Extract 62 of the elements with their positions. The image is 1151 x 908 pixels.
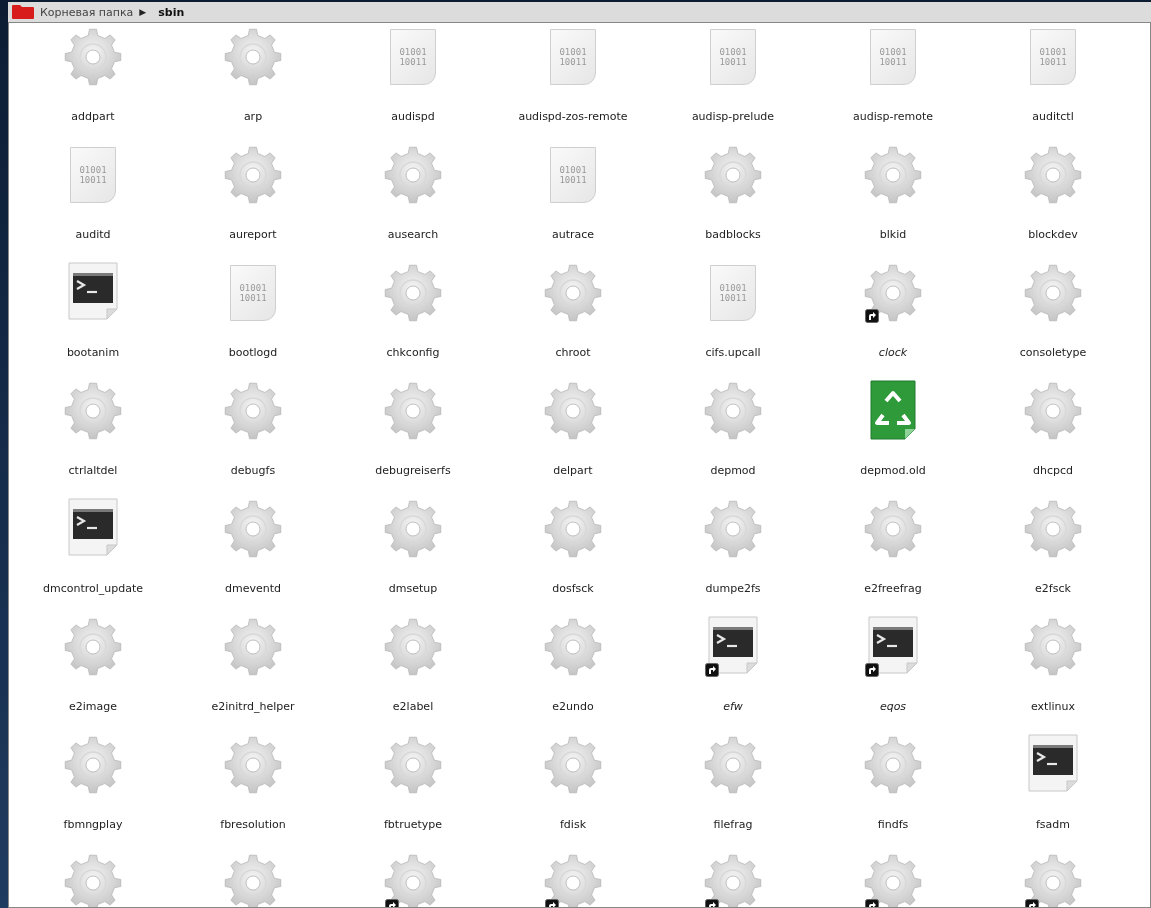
breadcrumb-link[interactable]: Корневая папка [40,5,134,19]
file-name: consoletype [1019,346,1087,359]
file-name: dhcpcd [1033,464,1073,477]
file-name: audispd [391,110,435,123]
file-name: e2fsck [1035,582,1071,595]
binary-file-icon[interactable]: 01001 10011 [710,29,756,85]
file-name: efw [723,700,743,713]
file-name: audisp-remote [853,110,933,123]
file-name: findfs [877,818,909,831]
file-name: e2initrd_helper [211,700,295,713]
file-name: audispd-zos-remote [518,110,628,123]
file-name: arp [243,110,263,123]
binary-file-icon[interactable]: 01001 10011 [710,265,756,321]
file-name: bootanim [66,346,120,359]
file-name: e2undo [552,700,594,713]
file-name: addpart [71,110,115,123]
file-name: audisp-prelude [691,110,775,123]
binary-file-icon[interactable]: 01001 10011 [1030,29,1076,85]
file-name: ctrlaltdel [68,464,118,477]
file-name: extlinux [1031,700,1075,713]
binary-file-icon[interactable]: 01001 10011 [70,147,116,203]
file-name: blkid [879,228,907,241]
file-name: cifs.upcall [705,346,761,359]
file-name: fsadm [1035,818,1070,831]
binary-file-icon[interactable]: 01001 10011 [390,29,436,85]
file-name: e2label [392,700,434,713]
file-name: dmcontrol_update [42,582,144,595]
file-name: fbmngplay [63,818,123,831]
binary-file-icon[interactable]: 01001 10011 [870,29,916,85]
binary-file-icon[interactable]: 01001 10011 [550,147,596,203]
file-name: autrace [551,228,595,241]
file-name: dosfsck [552,582,594,595]
file-name: badblocks [705,228,761,241]
file-name: dmeventd [225,582,281,595]
breadcrumb-separator: ▶ [139,7,147,17]
folder-icon [12,5,34,19]
file-name: eqos [879,700,907,713]
file-name: clock [878,346,908,359]
file-name: blockdev [1028,228,1078,241]
file-name: chkconfig [386,346,440,359]
file-name: e2image [69,700,117,713]
file-name: ausearch [387,228,439,241]
binary-file-icon[interactable]: 01001 10011 [230,265,276,321]
file-name: auditd [75,228,111,241]
file-name: filefrag [713,818,753,831]
binary-file-icon[interactable]: 01001 10011 [550,29,596,85]
file-name: aureport [229,228,277,241]
file-name: fbresolution [220,818,286,831]
file-name: bootlogd [228,346,278,359]
file-name: depmod [710,464,756,477]
file-name: depmod.old [860,464,926,477]
file-name: dumpe2fs [705,582,761,595]
breadcrumb-current[interactable]: sbin [158,5,185,19]
file-name: delpart [553,464,593,477]
file-name: dmsetup [388,582,438,595]
file-name: fdisk [560,818,586,831]
file-name: debugfs [230,464,276,477]
file-name: chroot [555,346,591,359]
file-name: fbtruetype [384,818,442,831]
file-name: auditctl [1032,110,1074,123]
file-name: e2freefrag [864,582,922,595]
file-name: debugreiserfs [375,464,451,477]
